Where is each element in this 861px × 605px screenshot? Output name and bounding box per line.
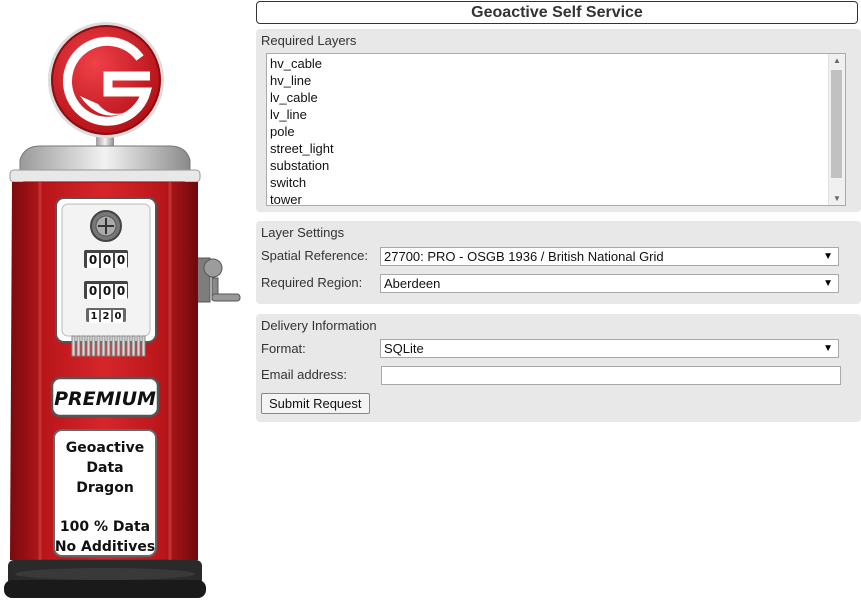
pump-grille-slat <box>106 335 111 357</box>
pump-grille-slat <box>71 335 76 357</box>
required-region-select[interactable]: Aberdeen ▼ <box>380 274 839 293</box>
pump-counter-digit: 0 <box>89 253 97 267</box>
pump-counter-digit: 1 <box>91 311 98 322</box>
pump-counter-row-1: 000 <box>87 253 127 268</box>
chevron-down-icon: ▼ <box>823 251 833 262</box>
required-layers-listbox[interactable]: hv_cable hv_line lv_cable lv_line pole street… <box>266 53 846 206</box>
layer-option-pole[interactable]: pole <box>270 123 334 140</box>
pump-sign-line: No Additives <box>55 539 155 555</box>
pump-grille-slat <box>111 335 116 357</box>
pump-sign-line: Geoactive <box>66 440 144 456</box>
email-address-label: Email address: <box>261 367 347 382</box>
spatial-reference-select[interactable]: 27700: PRO - OSGB 1936 / British Nationa… <box>380 247 839 266</box>
pump-grille-slat <box>86 335 91 357</box>
spatial-reference-value: 27700: PRO - OSGB 1936 / British Nationa… <box>384 249 664 264</box>
layers-scrollbar[interactable]: ▲ ▼ <box>828 54 845 205</box>
layer-option-hv-line[interactable]: hv_line <box>270 72 334 89</box>
scroll-thumb[interactable] <box>831 70 842 178</box>
spatial-reference-label: Spatial Reference: <box>261 248 368 263</box>
pump-counter-digit: 0 <box>103 253 111 267</box>
pump-grille-slat <box>141 335 146 357</box>
pump-counter-digit: 0 <box>103 284 111 298</box>
pump-grille-slat <box>96 335 101 357</box>
layer-option-hv-cable[interactable]: hv_cable <box>270 55 334 72</box>
pump-gauge-icon <box>90 210 122 242</box>
layer-settings-panel: Layer Settings Spatial Reference: 27700:… <box>256 221 861 304</box>
scroll-down-arrow-icon[interactable]: ▼ <box>833 194 841 203</box>
pump-grille-slat <box>121 335 126 357</box>
pump-counter-digit: 0 <box>89 284 97 298</box>
pump-grille-slat <box>101 335 106 357</box>
format-select[interactable]: SQLite ▼ <box>380 339 839 358</box>
fuel-pump-illustration: 000 000 120 PREMIUM GeoactiveDataDragon1… <box>4 22 241 598</box>
pump-grille-slat <box>126 335 131 357</box>
pump-sign-line: Dragon <box>76 480 134 496</box>
layer-option-lv-cable[interactable]: lv_cable <box>270 89 334 106</box>
pump-counter-digit: 2 <box>103 311 110 322</box>
required-region-label: Required Region: <box>261 275 363 290</box>
pump-grille <box>71 335 146 357</box>
pump-premium-badge: PREMIUM <box>54 388 156 410</box>
layer-option-switch[interactable]: switch <box>270 174 334 191</box>
pump-crank-handle-icon <box>195 257 241 303</box>
pump-sign-line: Data <box>86 460 123 476</box>
chevron-down-icon: ▼ <box>823 343 833 354</box>
chevron-down-icon: ▼ <box>823 278 833 289</box>
layer-option-tower[interactable]: tower <box>270 191 334 205</box>
pump-grille-slat <box>76 335 81 357</box>
layer-option-lv-line[interactable]: lv_line <box>270 106 334 123</box>
pump-sign-line: 100 % Data <box>60 519 150 535</box>
pump-grille-slat <box>116 335 121 357</box>
required-layers-heading: Required Layers <box>261 33 357 48</box>
required-layers-panel: Required Layers hv_cable hv_line lv_cable l… <box>256 29 861 212</box>
pump-counter-digit: 0 <box>117 253 125 267</box>
email-address-input[interactable] <box>381 366 841 385</box>
pump-counter-digit: 0 <box>117 284 125 298</box>
layer-option-street-light[interactable]: street_light <box>270 140 334 157</box>
geoactive-dragon-logo-icon <box>48 22 164 150</box>
page-title: Geoactive Self Service <box>256 1 858 24</box>
format-value: SQLite <box>384 341 424 356</box>
format-label: Format: <box>261 341 306 356</box>
layer-option-substation[interactable]: substation <box>270 157 334 174</box>
pump-counter-row-2: 000 <box>87 284 127 299</box>
delivery-information-panel: Delivery Information Format: SQLite ▼ Em… <box>256 314 861 422</box>
delivery-information-heading: Delivery Information <box>261 318 377 333</box>
submit-request-button[interactable]: Submit Request <box>261 393 370 414</box>
pump-grille-slat <box>136 335 141 357</box>
required-region-value: Aberdeen <box>384 276 441 291</box>
pump-counter-digit: 0 <box>115 311 122 322</box>
pump-grille-slat <box>131 335 136 357</box>
pump-counter-row-3: 120 <box>89 310 123 323</box>
layer-settings-heading: Layer Settings <box>261 225 345 240</box>
pump-grille-slat <box>81 335 86 357</box>
pump-grille-slat <box>91 335 96 357</box>
scroll-up-arrow-icon[interactable]: ▲ <box>833 56 841 65</box>
